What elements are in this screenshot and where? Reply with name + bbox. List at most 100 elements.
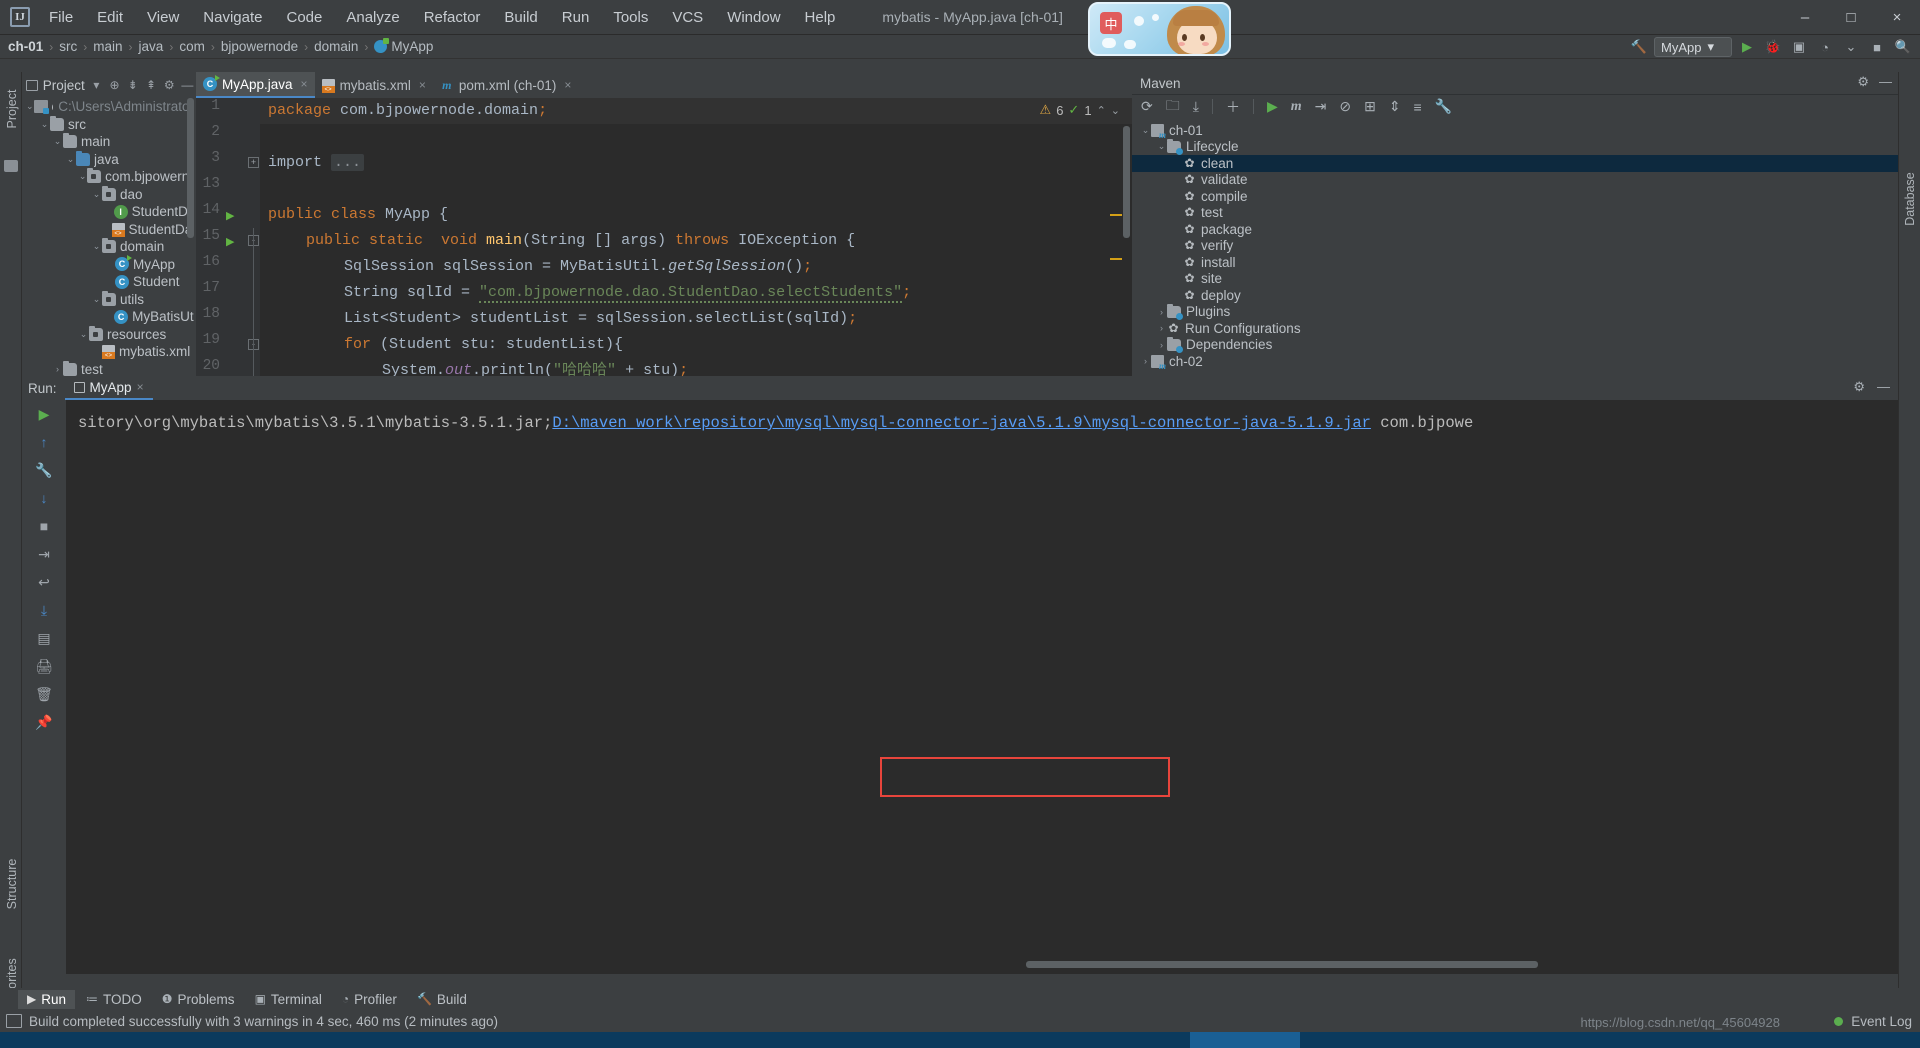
maven-tree-node[interactable]: ✿ install [1132, 254, 1898, 271]
next-problem-icon[interactable]: ⌄ [1111, 104, 1120, 117]
console-horizontal-scrollbar[interactable] [1026, 961, 1538, 968]
expand-all-icon[interactable]: ⇟ [126, 78, 139, 93]
hide-panel-icon[interactable]: — [1879, 74, 1892, 90]
collapse-all-icon[interactable]: ≡ [1414, 99, 1422, 115]
menu-item-view[interactable]: View [136, 5, 190, 30]
pin-icon[interactable]: 📌 [22, 708, 66, 736]
refresh-icon[interactable]: ⟳ [1141, 98, 1153, 115]
wrench-icon[interactable]: 🔧 [22, 456, 66, 484]
indent-icon[interactable]: ⇥ [22, 540, 66, 568]
maximize-button[interactable]: □ [1828, 0, 1874, 35]
debug-icon[interactable]: 🐞 [1762, 37, 1784, 57]
hide-panel-icon[interactable]: — [1877, 379, 1890, 395]
project-tree-node[interactable]: C MyApp [22, 255, 194, 274]
project-tree-node[interactable]: C Student [22, 273, 194, 291]
project-tree-node[interactable]: ⌄ resources [22, 325, 194, 344]
project-tree-node[interactable]: C MyBatisUtil [22, 308, 194, 326]
stop-icon[interactable]: ■ [1866, 37, 1888, 57]
menu-item-code[interactable]: Code [275, 5, 333, 30]
add-icon[interactable]: ＋ [1226, 97, 1240, 117]
project-tree[interactable]: ⌄ ch-01 C:\Users\Administrator ⌄ src ⌄ main ⌄ ja… [22, 98, 194, 376]
run-gutter-icon[interactable]: ▶ [226, 209, 234, 222]
project-tree-node[interactable]: ⌄ dao [22, 185, 194, 204]
maven-tree-node[interactable]: › ✿ Run Configurations [1132, 320, 1898, 337]
close-button[interactable]: × [1874, 0, 1920, 35]
chevron-right-icon[interactable]: › [1156, 307, 1167, 317]
download-sources-icon[interactable]: ⤓ [1193, 98, 1199, 115]
toggle-skip-tests-icon[interactable]: ⇥ [1315, 98, 1327, 115]
menu-item-refactor[interactable]: Refactor [413, 5, 492, 30]
editor-tab[interactable]: mybatis.xml × [315, 72, 433, 98]
printer-icon[interactable]: 🖨 [22, 652, 66, 680]
maven-tree-node[interactable]: ✿ site [1132, 271, 1898, 288]
chevron-down-icon[interactable]: ▾ [90, 78, 103, 93]
event-log-label[interactable]: Event Log [1851, 1014, 1912, 1029]
execute-maven-goal-icon[interactable]: m [1291, 99, 1302, 115]
maven-tree-node[interactable]: › ch-02 [1132, 353, 1898, 371]
project-tree-node[interactable]: IStudentDao [22, 203, 194, 221]
settings-gear-icon[interactable]: ⚙ [1857, 74, 1869, 90]
maven-tree-node[interactable]: ⌄ Lifecycle [1132, 138, 1898, 156]
project-tree-node[interactable]: ⌄ ch-01 C:\Users\Administrator [22, 98, 194, 116]
show-dependencies-icon[interactable]: ⊞ [1364, 98, 1376, 115]
chevron-down-icon[interactable]: ⌄ [65, 154, 76, 165]
inspection-widget[interactable]: ⚠ 6 ✓ 1 ⌃ ⌄ [1040, 102, 1120, 118]
console-link-jar[interactable]: mysql-connector-java-5.1.9.jar [1092, 414, 1371, 432]
chevron-down-icon[interactable]: ⌄ [26, 101, 34, 112]
chevron-right-icon[interactable]: › [1156, 323, 1167, 333]
chevron-down-icon[interactable]: ⌄ [78, 171, 87, 182]
run-configuration-selector[interactable]: MyApp ▾ [1654, 37, 1732, 57]
breadcrumb-item-main[interactable]: main [93, 39, 122, 54]
project-tree-node[interactable]: ⌄ src [22, 115, 194, 134]
menu-item-navigate[interactable]: Navigate [192, 5, 273, 30]
scroll-to-end-icon[interactable]: ⤓ [22, 596, 66, 624]
close-icon[interactable]: × [137, 380, 144, 394]
settings-gear-icon[interactable]: ⚙ [1853, 379, 1865, 395]
project-tree-node[interactable]: ⌄ utils [22, 290, 194, 309]
tool-window-button-problems[interactable]: ❶ Problems [153, 990, 244, 1009]
breadcrumb-item-src[interactable]: src [59, 39, 77, 54]
maven-tree-node[interactable]: ✿ test [1132, 205, 1898, 222]
chevron-down-icon[interactable]: ⌄ [1840, 37, 1862, 57]
add-maven-project-icon[interactable]: 🗀 [1166, 95, 1180, 119]
chevron-down-icon[interactable]: ⌄ [1140, 125, 1151, 136]
run-gutter-icon[interactable]: ▶ [226, 235, 234, 248]
chevron-down-icon[interactable]: ⌄ [1156, 141, 1167, 152]
maven-tree-node[interactable]: ✿ clean [1132, 155, 1898, 172]
close-icon[interactable]: × [301, 77, 308, 91]
chevron-right-icon[interactable]: › [1140, 356, 1151, 366]
project-tree-node[interactable]: ⌄ main [22, 133, 194, 151]
maven-tree[interactable]: ⌄ch-01⌄Lifecycle✿clean✿validate✿compile✿… [1132, 122, 1898, 376]
maven-tree-node[interactable]: ✿ verify [1132, 238, 1898, 255]
close-icon[interactable]: × [419, 78, 426, 92]
editor-tab[interactable]: m pom.xml (ch-01) × [433, 72, 579, 98]
prev-problem-icon[interactable]: ⌃ [1097, 104, 1106, 117]
expand-all-icon[interactable]: ⇕ [1389, 98, 1401, 115]
code-content[interactable]: package com.bjpowernode.domain; import ..… [260, 98, 1132, 376]
project-tree-node[interactable]: › test [22, 360, 194, 376]
tool-window-button-terminal[interactable]: ▣ Terminal [246, 990, 331, 1009]
chevron-right-icon[interactable]: › [1156, 340, 1167, 350]
run-maven-goal-icon[interactable]: ▶ [1267, 98, 1278, 115]
chevron-down-icon[interactable]: ⌄ [39, 119, 50, 130]
breadcrumb-file[interactable]: MyApp [391, 39, 433, 54]
up-arrow-icon[interactable]: ↑ [22, 428, 66, 456]
project-tree-scrollbar[interactable] [187, 98, 194, 238]
tool-window-button-run[interactable]: ▶ Run [18, 989, 75, 1009]
project-tree-node[interactable]: ⌄ domain [22, 238, 194, 256]
chevron-down-icon[interactable]: ⌄ [91, 294, 102, 305]
taskbar-item[interactable] [1190, 1032, 1300, 1048]
maven-settings-icon[interactable]: 🔧 [1435, 98, 1452, 115]
profile-icon[interactable]: ◔ [1814, 37, 1836, 57]
chevron-down-icon[interactable]: ⌄ [52, 136, 63, 147]
tool-button-database[interactable]: Database [1903, 164, 1917, 234]
print-icon[interactable]: ▤ [22, 624, 66, 652]
project-tree-node[interactable]: mybatis.xml [22, 343, 194, 361]
code-fold-toggle[interactable]: + [248, 157, 259, 168]
stop-icon[interactable]: ■ [22, 512, 66, 540]
menu-item-window[interactable]: Window [716, 5, 791, 30]
project-tree-node[interactable]: ⌄ java [22, 150, 194, 169]
menu-item-file[interactable]: File [38, 5, 84, 30]
chevron-down-icon[interactable]: ⌄ [91, 241, 102, 252]
tool-window-button-profiler[interactable]: ◔ Profiler [333, 990, 406, 1009]
